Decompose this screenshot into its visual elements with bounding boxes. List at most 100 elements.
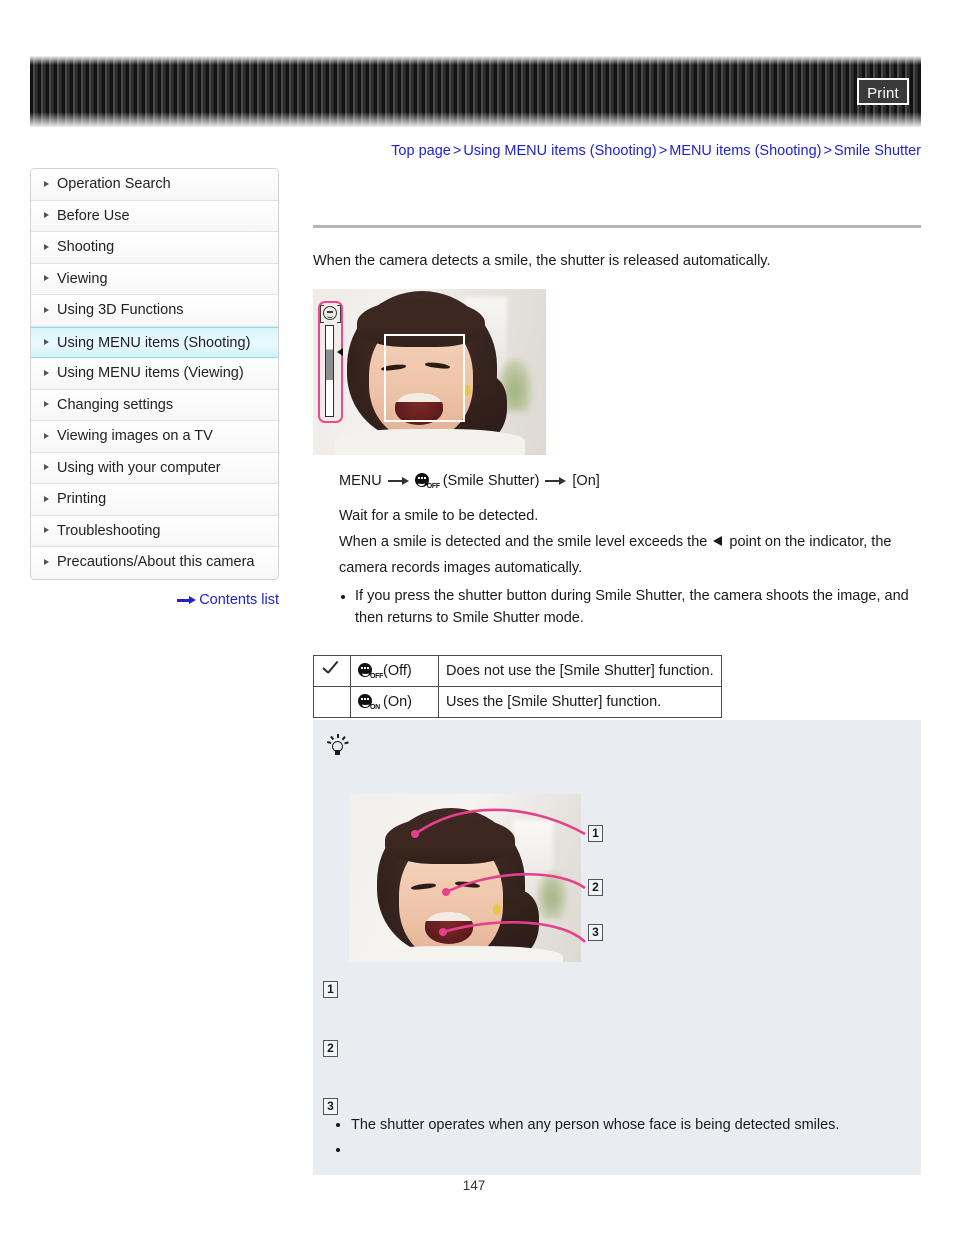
default-option-check-cell — [313, 686, 351, 718]
legend-entry-1: 1 — [323, 981, 346, 998]
face-detection-frame — [384, 334, 465, 422]
sidebar-item-label: Viewing images on a TV — [57, 428, 213, 444]
option-mode-cell: ON (On) — [350, 686, 439, 718]
callout-leader-lines — [411, 808, 586, 943]
smile-face-icon — [323, 306, 337, 320]
notes-list: If you press the shutter button during S… — [313, 585, 921, 629]
sidebar-item-label: Printing — [57, 491, 107, 507]
callout-number-2: 2 — [588, 879, 603, 896]
icon-state-label: OFF — [426, 483, 440, 490]
sidebar-item-printing[interactable]: Printing — [31, 484, 278, 516]
sidebar-item-using-3d-functions[interactable]: Using 3D Functions — [31, 295, 278, 327]
option-description-cell: Does not use the [Smile Shutter] functio… — [438, 655, 722, 687]
print-button[interactable]: Print — [857, 78, 909, 105]
page-number-value: 147 — [462, 1178, 486, 1193]
menu-procedure: MENU OFF (Smile Shutter) [On] — [339, 473, 921, 490]
sidebar-item-shooting[interactable]: Shooting — [31, 232, 278, 264]
sidebar-item-using-menu-items-viewing[interactable]: Using MENU items (Viewing) — [31, 358, 278, 390]
instruction-line-1: Wait for a smile to be detected. — [339, 508, 539, 524]
contents-list-link[interactable]: Contents list — [30, 592, 279, 608]
sidebar-item-label: Precautions/About this camera — [57, 554, 255, 570]
legend-number-1: 1 — [323, 981, 338, 998]
callout-number-3: 3 — [588, 924, 603, 941]
breadcrumb-separator: > — [658, 143, 668, 159]
sidebar-item-using-with-your-computer[interactable]: Using with your computer — [31, 452, 278, 484]
sidebar-item-viewing[interactable]: Viewing — [31, 263, 278, 295]
arrow-right-icon — [177, 596, 197, 605]
bulb-ray — [326, 741, 332, 744]
page-number: 147 — [0, 1178, 954, 1193]
smile-threshold-marker-icon — [337, 348, 343, 356]
bulb-base — [335, 750, 340, 755]
sidebar-item-before-use[interactable]: Before Use — [31, 200, 278, 232]
header-banner: Print — [30, 56, 921, 127]
table-row[interactable]: ON (On) Uses the [Smile Shutter] functio… — [313, 686, 722, 718]
option-description-cell: Uses the [Smile Shutter] function. — [438, 686, 722, 718]
sidebar-item-troubleshooting[interactable]: Troubleshooting — [31, 515, 278, 547]
menu-item-label: (Smile Shutter) — [442, 473, 540, 489]
breadcrumb-item-top-page[interactable]: Top page — [391, 143, 451, 159]
instructions-block: Wait for a smile to be detected. When a … — [339, 503, 921, 581]
sidebar-item-label: Using 3D Functions — [57, 302, 184, 318]
sidebar-item-label: Using MENU items (Shooting) — [57, 334, 251, 351]
callout-number-1: 1 — [588, 825, 603, 842]
option-mode-cell: OFF (Off) — [350, 655, 439, 687]
list-item: The shutter operates when any person who… — [351, 1113, 931, 1138]
default-option-check-cell — [313, 655, 351, 687]
checkmark-icon — [322, 661, 342, 677]
options-table: OFF (Off) Does not use the [Smile Shutte… — [313, 655, 722, 718]
sidebar-item-precautions-about-this-camera[interactable]: Precautions/About this camera — [31, 547, 278, 579]
sidebar-item-label: Changing settings — [57, 396, 174, 413]
bulb-ray — [344, 741, 349, 744]
legend-entry-2: 2 — [323, 1040, 346, 1057]
instruction-line-3: camera records images automatically. — [339, 560, 583, 576]
smile-shutter-off-icon: OFF — [414, 473, 440, 490]
instruction-line-2: When a smile is detected and the smile l… — [339, 529, 921, 555]
breadcrumb-separator: > — [452, 143, 462, 159]
sidebar-item-using-menu-items-shooting[interactable]: Using MENU items (Shooting) — [31, 326, 278, 358]
sidebar-item-changing-settings[interactable]: Changing settings — [31, 389, 278, 421]
option-mode-label: (Off) — [383, 663, 412, 679]
intro-text: When the camera detects a smile, the shu… — [313, 253, 771, 269]
sidebar-item-label: Before Use — [57, 207, 130, 224]
sidebar-item-label: Using MENU items (Viewing) — [57, 365, 244, 381]
breadcrumb-item-menu-items-shooting[interactable]: MENU items (Shooting) — [669, 143, 821, 159]
menu-word: MENU — [339, 473, 382, 489]
table-row[interactable]: OFF (Off) Does not use the [Smile Shutte… — [313, 655, 722, 687]
lightbulb-icon — [326, 734, 349, 758]
breadcrumb-item-using-menu-items-shooting[interactable]: Using MENU items (Shooting) — [463, 143, 656, 159]
sidebar-item-label: Viewing — [57, 270, 108, 287]
instruction-line-2-part-1: When a smile is detected and the smile l… — [339, 534, 708, 550]
icon-state-label: OFF — [370, 673, 384, 680]
arrow-right-icon — [545, 477, 567, 486]
icon-state-label: ON — [370, 704, 380, 711]
smile-shutter-on-icon: ON — [358, 694, 380, 711]
contents-list-label: Contents list — [199, 592, 279, 608]
sample-photo-smile-detection — [313, 289, 546, 455]
breadcrumb-separator: > — [823, 143, 832, 159]
smile-shutter-off-icon: OFF — [358, 663, 384, 680]
list-item: If you press the shutter button during S… — [355, 585, 921, 629]
photo-shirt — [335, 429, 525, 455]
instruction-line-2-part-2: point on the indicator, the — [729, 534, 892, 550]
menu-value-label: [On] — [572, 473, 600, 489]
sidebar-item-operation-search[interactable]: Operation Search — [31, 169, 278, 201]
smile-level-indicator — [318, 301, 343, 423]
bulb-ray — [341, 736, 346, 741]
arrow-right-icon — [387, 477, 409, 486]
breadcrumb-item-smile-shutter[interactable]: Smile Shutter — [834, 143, 921, 159]
legend-number-2: 2 — [323, 1040, 338, 1057]
bulb-ray — [330, 736, 334, 741]
sidebar-item-label: Using with your computer — [57, 459, 221, 476]
tip-box: 1 2 3 1 2 3 The shutter operates when an… — [313, 720, 921, 1175]
sidebar: Operation Search Before Use Shooting Vie… — [30, 168, 279, 580]
indicator-bracket-right — [337, 305, 341, 323]
tip-notes-list: The shutter operates when any person who… — [325, 1113, 931, 1163]
sidebar-item-viewing-images-on-a-tv[interactable]: Viewing images on a TV — [31, 421, 278, 453]
main-content: When the camera detects a smile, the shu… — [313, 168, 921, 718]
option-mode-label: (On) — [383, 694, 412, 710]
triangle-left-icon — [711, 536, 725, 547]
sidebar-item-label: Troubleshooting — [57, 522, 161, 539]
sidebar-item-label: Shooting — [57, 239, 115, 255]
sidebar-item-label: Operation Search — [57, 176, 171, 192]
